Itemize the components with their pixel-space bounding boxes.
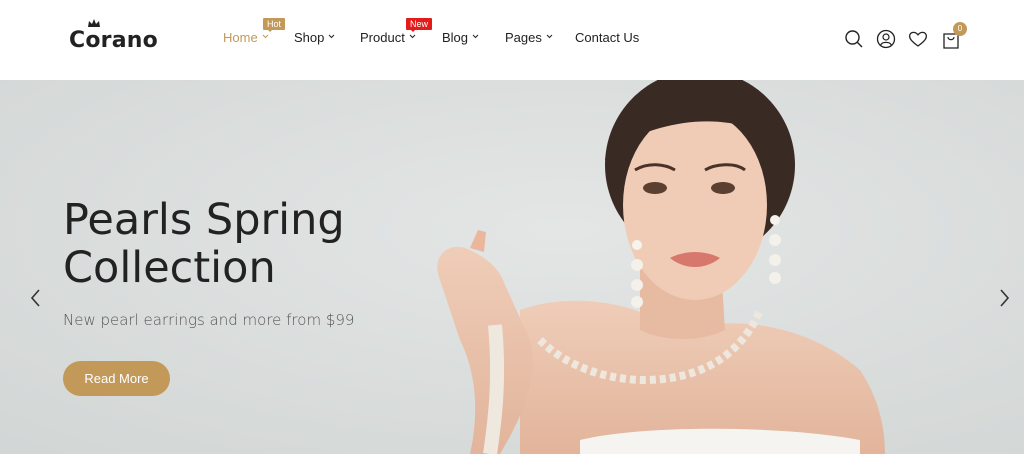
chevron-down-icon bbox=[472, 34, 479, 39]
nav-item-label: Home bbox=[223, 30, 258, 45]
chevron-down-icon bbox=[546, 34, 553, 39]
hot-badge: Hot bbox=[263, 18, 286, 32]
logo[interactable]: Corano bbox=[69, 19, 158, 53]
nav-item-label: Contact Us bbox=[575, 30, 640, 45]
heart-icon[interactable] bbox=[907, 28, 929, 50]
user-icon[interactable] bbox=[875, 28, 897, 50]
hero-slider: Pearls Spring Collection New pearl earri… bbox=[0, 80, 1024, 454]
logo-text: Corano bbox=[69, 28, 158, 53]
nav-item-home[interactable]: Home Hot bbox=[223, 18, 286, 45]
prev-slide-arrow[interactable] bbox=[28, 286, 44, 310]
chevron-left-icon bbox=[30, 289, 40, 307]
nav-item-label: Blog bbox=[442, 30, 469, 45]
chevron-right-icon bbox=[1000, 289, 1010, 307]
new-badge: New bbox=[406, 18, 433, 32]
cart-count-badge: 0 bbox=[953, 22, 967, 36]
chevron-down-icon bbox=[329, 34, 335, 39]
hero-subtitle: New pearl earrings and more from $99 bbox=[63, 311, 355, 329]
chevron-down-icon bbox=[409, 34, 416, 39]
next-slide-arrow[interactable] bbox=[996, 286, 1012, 310]
nav-item-shop[interactable]: Shop bbox=[294, 30, 335, 45]
nav-item-label: Product bbox=[360, 30, 405, 45]
hero-title-line2: Collection bbox=[63, 243, 276, 293]
crown-icon bbox=[88, 19, 100, 27]
site-header: Corano Home Hot Shop Product New Blog Pa… bbox=[0, 0, 1024, 80]
nav-item-product[interactable]: Product New bbox=[360, 18, 433, 45]
nav-item-label: Shop bbox=[294, 30, 325, 45]
search-icon[interactable] bbox=[843, 28, 865, 50]
nav-item-pages[interactable]: Pages bbox=[505, 30, 553, 45]
nav-item-label: Pages bbox=[505, 30, 542, 45]
nav-item-contact[interactable]: Contact Us bbox=[575, 30, 639, 45]
chevron-down-icon bbox=[262, 34, 269, 39]
nav-item-blog[interactable]: Blog bbox=[442, 30, 479, 45]
hero-title: Pearls Spring Collection bbox=[63, 196, 423, 292]
hero-title-line1: Pearls Spring bbox=[63, 195, 345, 245]
read-more-button[interactable]: Read More bbox=[63, 361, 170, 396]
